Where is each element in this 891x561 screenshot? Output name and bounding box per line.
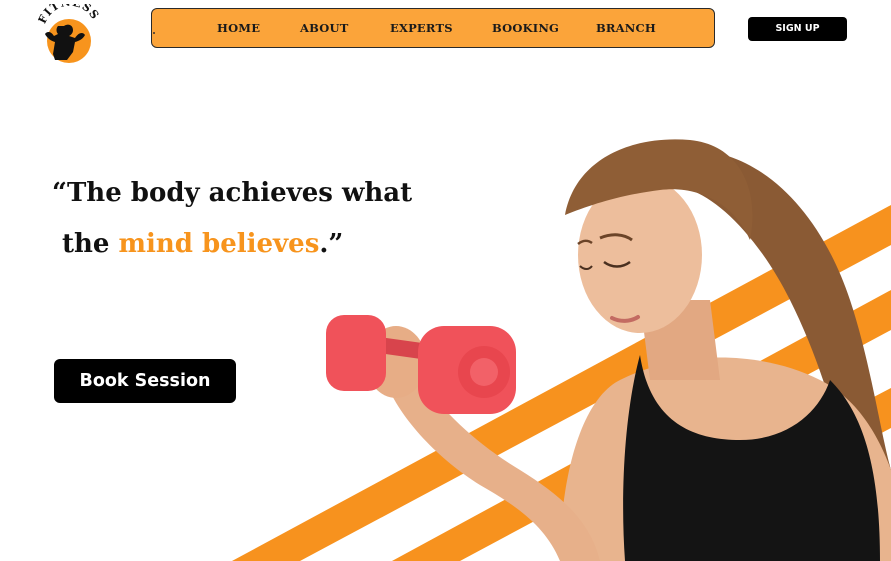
nav-item-home[interactable]: HOME <box>217 9 260 47</box>
nav-item-booking[interactable]: BOOKING <box>492 9 559 47</box>
nav-item-experts[interactable]: EXPERTS <box>390 9 453 47</box>
sign-up-button[interactable]: SIGN UP <box>748 17 847 41</box>
athlete-silhouette-icon: FITNESS <box>36 0 101 63</box>
quote-line-1: “The body achieves what <box>52 178 413 208</box>
nav-item-branch[interactable]: BRANCH <box>596 9 656 47</box>
hero-image <box>232 139 891 561</box>
main-nav: HOME ABOUT EXPERTS BOOKING BRANCH <box>151 8 715 48</box>
book-session-button[interactable]: Book Session <box>54 359 236 403</box>
nav-item-about[interactable]: ABOUT <box>300 9 348 47</box>
quote-prefix: the <box>62 229 119 259</box>
quote-suffix: .” <box>319 229 344 259</box>
nav-dot <box>153 32 155 34</box>
quote-line-2: the mind believes.” <box>52 219 452 270</box>
brand-logo[interactable]: FITNESS <box>36 0 101 64</box>
quote-accent: mind believes <box>118 229 320 259</box>
dumbbell <box>326 315 516 414</box>
hero-quote: “The body achieves what the mind believe… <box>52 168 452 270</box>
